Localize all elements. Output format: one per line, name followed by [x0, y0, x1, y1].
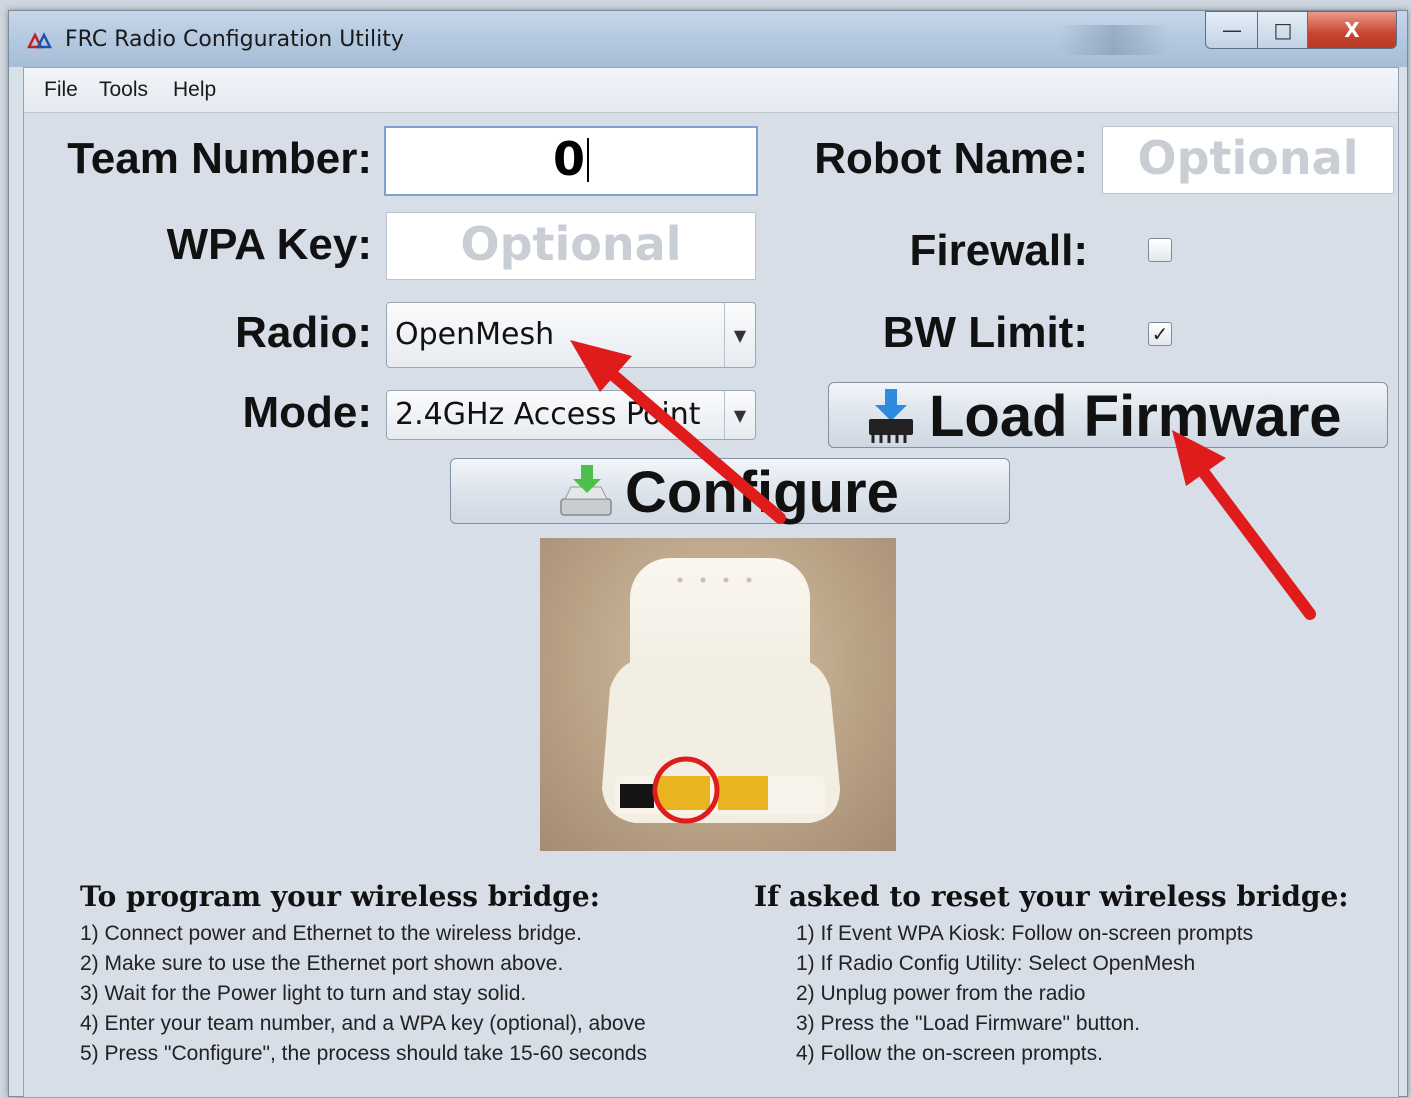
firewall-checkbox[interactable]: [1148, 238, 1172, 262]
team-number-value: 0: [552, 132, 585, 186]
program-step: 1) Connect power and Ethernet to the wir…: [80, 922, 582, 945]
window-title: FRC Radio Configuration Utility: [65, 27, 404, 52]
program-step: 5) Press "Configure", the process should…: [80, 1042, 648, 1065]
wpa-key-placeholder: Optional: [460, 217, 682, 271]
mode-select-value: 2.4GHz Access Point: [395, 397, 701, 432]
radio-select-value: OpenMesh: [395, 317, 555, 352]
configure-label: Configure: [625, 460, 899, 525]
minimize-button[interactable]: —: [1205, 11, 1259, 49]
openmesh-radio-image: [602, 558, 840, 824]
download-drive-icon: [560, 465, 612, 516]
menu-bar: File Tools Help: [24, 68, 1398, 113]
reset-step: 4) Follow the on-screen prompts.: [796, 1042, 1103, 1065]
text-caret: [587, 137, 589, 182]
minimize-icon: —: [1222, 18, 1242, 42]
team-number-label: Team Number:: [67, 134, 372, 183]
titlebar-blur: [1059, 25, 1169, 55]
load-firmware-label: Load Firmware: [929, 384, 1342, 449]
chevron-down-icon[interactable]: ▼: [724, 391, 755, 439]
checkmark-icon: ✓: [1151, 322, 1169, 346]
configure-button[interactable]: Configure: [450, 458, 1010, 525]
robot-name-placeholder: Optional: [1137, 131, 1359, 185]
radio-ports-photo: [540, 538, 896, 851]
close-icon: X: [1344, 18, 1360, 42]
wpa-key-label: WPA Key:: [166, 220, 372, 269]
program-step: 3) Wait for the Power light to turn and …: [80, 982, 527, 1005]
title-bar[interactable]: FRC Radio Configuration Utility — □ X: [9, 11, 1407, 67]
menu-file[interactable]: File: [44, 78, 78, 102]
frc-logo-icon: [27, 32, 53, 49]
team-number-input[interactable]: 0: [384, 126, 758, 196]
close-button[interactable]: X: [1307, 11, 1397, 49]
chevron-down-icon[interactable]: ▼: [724, 303, 755, 367]
maximize-button[interactable]: □: [1257, 11, 1309, 49]
reset-step: 1) If Radio Config Utility: Select OpenM…: [796, 952, 1196, 975]
reset-step: 2) Unplug power from the radio: [796, 982, 1086, 1005]
firewall-label: Firewall:: [909, 226, 1089, 275]
mode-label: Mode:: [242, 388, 372, 437]
menu-help[interactable]: Help: [173, 78, 216, 102]
program-step: 4) Enter your team number, and a WPA key…: [80, 1012, 646, 1035]
robot-name-label: Robot Name:: [814, 134, 1088, 183]
client-area: File Tools Help Team Number: 0 Robot Nam…: [23, 67, 1399, 1098]
reset-step: 1) If Event WPA Kiosk: Follow on-screen …: [796, 922, 1254, 945]
reset-step: 3) Press the "Load Firmware" button.: [796, 1012, 1141, 1035]
firmware-chip-icon: [869, 389, 913, 443]
load-firmware-button[interactable]: Load Firmware: [828, 382, 1388, 449]
menu-tools[interactable]: Tools: [99, 78, 148, 102]
bw-limit-checkbox[interactable]: ✓: [1148, 322, 1172, 346]
app-window: FRC Radio Configuration Utility — □ X Fi…: [8, 10, 1408, 1098]
program-step: 2) Make sure to use the Ethernet port sh…: [80, 952, 564, 975]
mode-select[interactable]: 2.4GHz Access Point ▼: [386, 390, 756, 440]
wpa-key-input[interactable]: Optional: [386, 212, 756, 280]
program-bridge-heading: To program your wireless bridge:: [80, 880, 601, 913]
bw-limit-label: BW Limit:: [882, 308, 1088, 357]
robot-name-input[interactable]: Optional: [1102, 126, 1394, 194]
reset-bridge-heading: If asked to reset your wireless bridge:: [754, 880, 1349, 913]
maximize-icon: □: [1273, 18, 1293, 42]
radio-label: Radio:: [235, 308, 372, 357]
radio-select[interactable]: OpenMesh ▼: [386, 302, 756, 368]
